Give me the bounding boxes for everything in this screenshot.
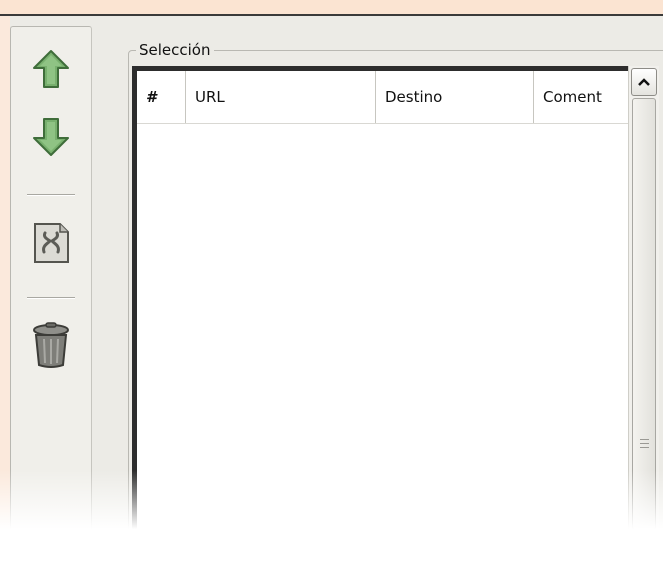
arrow-down-icon [33,118,69,156]
trash-can-icon [33,322,69,368]
scroll-grip-line [640,443,649,444]
toolbar-separator [27,194,75,196]
column-header-destino[interactable]: Destino [376,71,534,123]
move-down-button[interactable] [23,109,79,165]
window-top-edge [0,0,663,16]
selection-group-title: Selección [136,41,214,59]
bottom-fade [0,470,663,561]
scroll-up-button[interactable] [631,68,657,96]
column-header-url[interactable]: URL [186,71,376,123]
scroll-thumb[interactable] [632,98,656,530]
properties-button[interactable] [23,215,79,271]
list-header: # URL Destino Coment [137,71,630,124]
scroll-grip-line [640,439,649,440]
move-up-button[interactable] [23,41,79,97]
column-header-comentario[interactable]: Coment [534,71,630,123]
chevron-up-icon [638,78,650,86]
delete-button[interactable] [23,317,79,373]
arrow-up-icon [33,50,69,88]
file-properties-icon [34,223,69,263]
toolbar-separator [27,297,75,299]
scroll-grip-line [640,447,649,448]
column-header-number[interactable]: # [137,71,186,123]
